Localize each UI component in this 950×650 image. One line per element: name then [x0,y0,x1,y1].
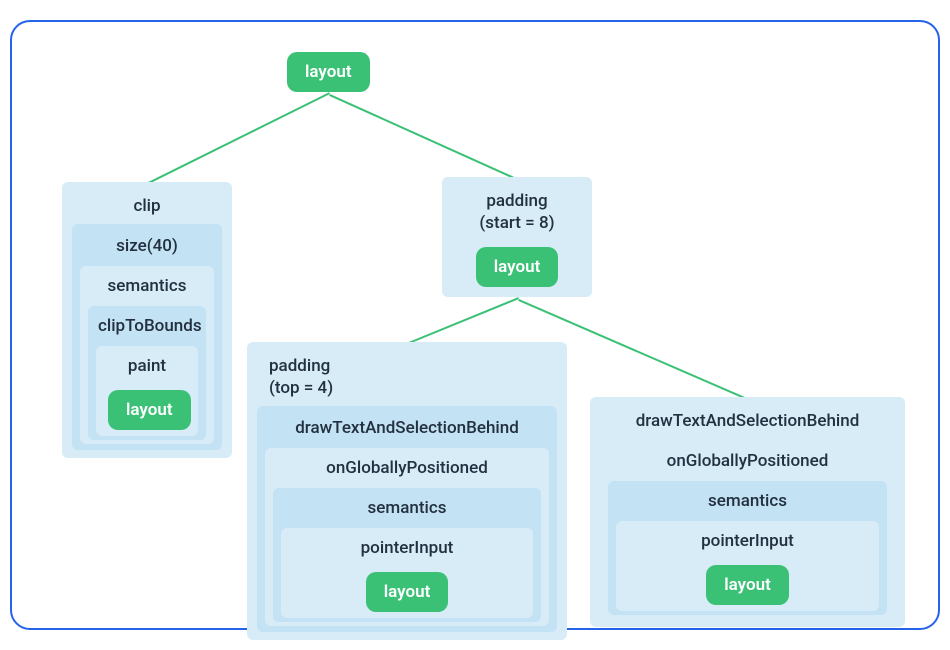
label-ongp-right: onGloballyPositioned [606,445,889,479]
node-semantics-cl: semantics pointerInput layout [273,488,541,622]
layout-chip-right: layout [476,247,559,287]
layout-chip-cr: layout [706,565,789,605]
label-semantics-cr: semantics [614,485,881,519]
node-padding-start: padding (start = 8) layout [442,177,592,297]
label-padding-start-2: (start = 8) [450,211,584,241]
node-paint: paint layout [96,346,198,436]
node-padding-top: padding (top = 4) drawTextAndSelectionBe… [247,342,567,640]
layout-chip-cl: layout [366,572,449,612]
root-layout-chip: layout [287,52,370,92]
node-pointerinput-cr: pointerInput layout [616,521,879,611]
node-root: layout [287,52,370,92]
node-semantics-cr: semantics pointerInput layout [608,481,887,615]
node-drawtext-left: drawTextAndSelectionBehind onGloballyPos… [257,406,557,632]
label-drawtext-right: drawTextAndSelectionBehind [598,405,897,439]
node-ongp-right: onGloballyPositioned semantics pointerIn… [600,441,895,619]
node-semantics-left: semantics clipToBounds paint layout [80,266,214,444]
node-pointerinput-cl: pointerInput layout [281,528,533,618]
label-pointerinput-cr: pointerInput [622,525,873,559]
label-size: size(40) [78,230,216,264]
edge-root-right [329,94,519,181]
label-padding-top-1: padding [255,350,559,376]
node-ongp-left: onGloballyPositioned semantics pointerIn… [265,448,549,626]
edge-right-childleft [408,297,519,344]
node-size: size(40) semantics clipToBounds paint la… [72,224,222,450]
label-semantics-left: semantics [86,270,208,304]
diagram-frame: layout clip size(40) semantics clipToBou… [10,20,940,630]
label-clip: clip [70,190,224,224]
label-semantics-cl: semantics [279,492,535,526]
label-padding-start-1: padding [450,185,584,211]
label-pointerinput-cl: pointerInput [287,532,527,566]
node-clip: clip size(40) semantics clipToBounds pai… [62,182,232,458]
node-clip-to-bounds: clipToBounds paint layout [88,306,206,440]
label-drawtext-left: drawTextAndSelectionBehind [263,412,551,446]
label-padding-top-2: (top = 4) [255,376,559,406]
label-ongp-left: onGloballyPositioned [271,452,543,486]
label-clip-to-bounds: clipToBounds [94,310,200,344]
label-paint: paint [102,350,192,384]
edge-root-left [148,92,330,184]
layout-chip-left: layout [108,390,191,430]
node-drawtext-right: drawTextAndSelectionBehind onGloballyPos… [590,397,905,627]
